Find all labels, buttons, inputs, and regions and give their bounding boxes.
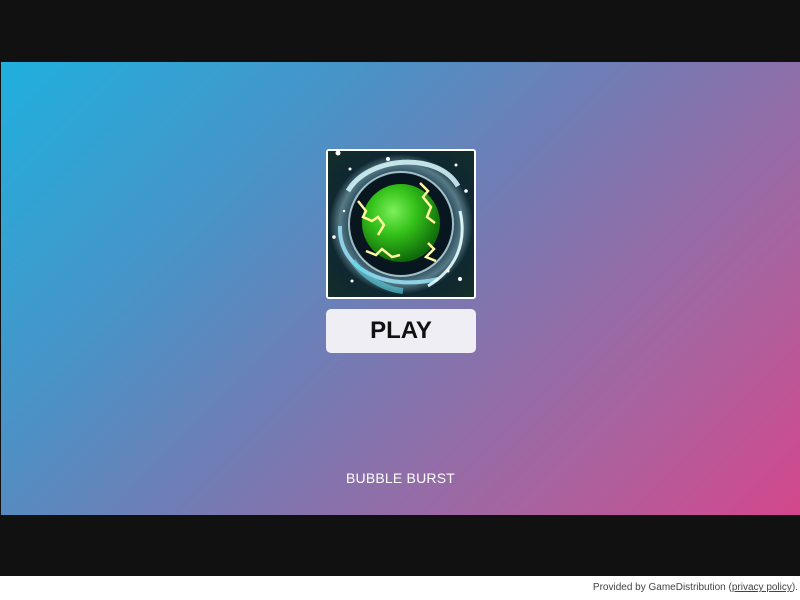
footer-suffix: ). <box>791 582 798 593</box>
game-title: BUBBLE BURST <box>346 470 455 486</box>
privacy-policy-link[interactable]: privacy policy <box>732 582 792 593</box>
game-splash-screen: PLAY BUBBLE BURST <box>1 62 800 515</box>
footer-text: Provided by GameDistribution ( <box>592 582 732 593</box>
letterbox-top <box>0 0 800 62</box>
play-button[interactable]: PLAY <box>326 309 476 353</box>
letterbox-bottom <box>0 515 800 576</box>
game-thumbnail <box>326 149 476 299</box>
green-energy-orb-icon <box>328 151 474 297</box>
footer-attribution: Provided by GameDistribution (privacy po… <box>0 576 800 600</box>
